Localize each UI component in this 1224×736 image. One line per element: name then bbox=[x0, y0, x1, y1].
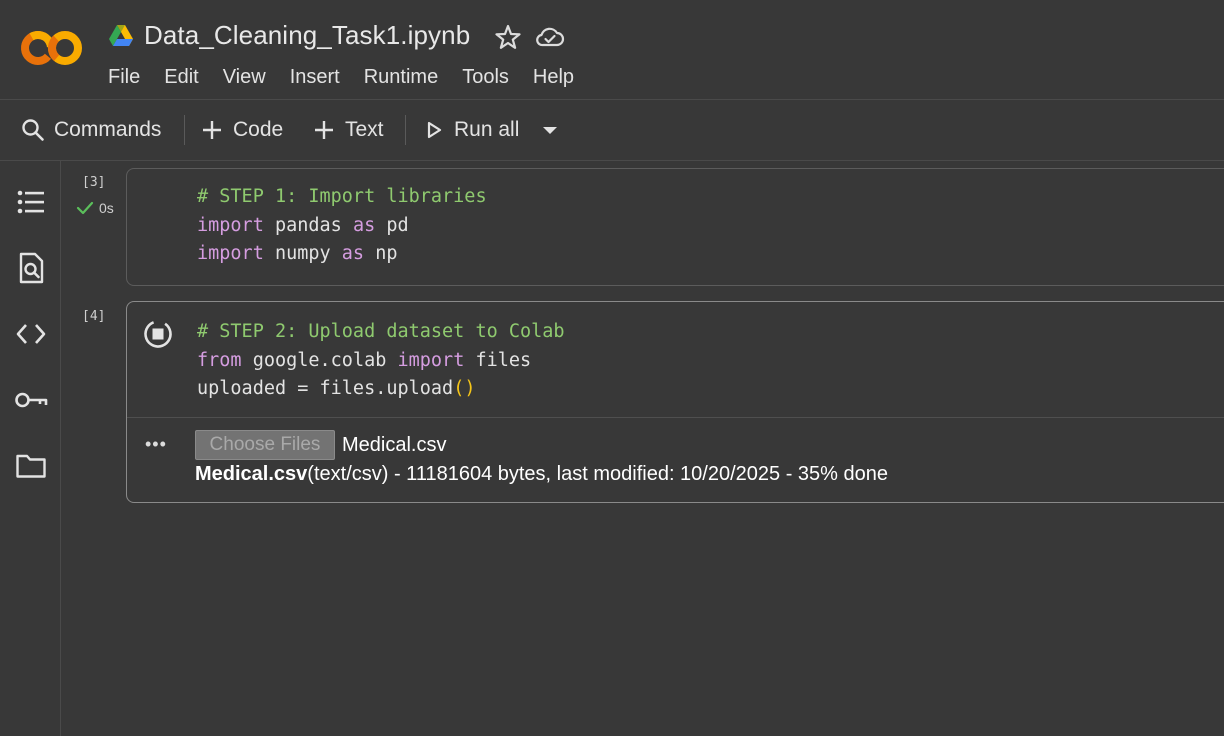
text-label: Text bbox=[345, 118, 384, 141]
code-line: from google.colab import files bbox=[197, 349, 532, 371]
cloud-sync-icon[interactable] bbox=[535, 24, 565, 50]
toolbar-separator bbox=[405, 115, 406, 145]
run-all-label: Run all bbox=[454, 118, 520, 141]
upload-progress-text: Medical.csv(text/csv) - 11181604 bytes, … bbox=[195, 463, 888, 486]
code-snippets-icon[interactable] bbox=[14, 317, 48, 351]
commands-label: Commands bbox=[54, 118, 162, 141]
menu-tools[interactable]: Tools bbox=[462, 66, 509, 89]
upload-file-name: Medical.csv bbox=[195, 463, 308, 485]
notebook-title[interactable]: Data_Cleaning_Task1.ipynb bbox=[144, 20, 470, 51]
execution-time: 0s bbox=[99, 200, 114, 216]
code-line: # STEP 2: Upload dataset to Colab bbox=[197, 321, 565, 342]
run-all-button[interactable]: Run all bbox=[424, 116, 519, 144]
chevron-down-icon bbox=[543, 127, 557, 134]
star-icon[interactable] bbox=[494, 23, 522, 51]
execution-count: [4] bbox=[82, 309, 106, 324]
menu-insert[interactable]: Insert bbox=[290, 66, 340, 89]
notebook-toolbar: Commands Code Text Run all bbox=[0, 100, 1224, 160]
plus-icon bbox=[203, 121, 221, 139]
code-line: import numpy as np bbox=[197, 243, 398, 264]
menu-edit[interactable]: Edit bbox=[164, 66, 198, 89]
menu-view[interactable]: View bbox=[223, 66, 266, 89]
stop-execution-icon[interactable] bbox=[143, 316, 177, 350]
menu-help[interactable]: Help bbox=[533, 66, 574, 89]
code-editor[interactable]: # STEP 1: Import libraries import pandas … bbox=[197, 183, 487, 269]
toolbar-separator bbox=[184, 115, 185, 145]
find-icon[interactable] bbox=[14, 251, 48, 285]
add-code-button[interactable]: Code bbox=[200, 116, 283, 144]
run-all-dropdown[interactable] bbox=[540, 116, 560, 144]
code-line: # STEP 1: Import libraries bbox=[197, 186, 487, 207]
menu-runtime[interactable]: Runtime bbox=[364, 66, 438, 89]
toolbar-divider bbox=[0, 160, 1224, 161]
code-cell[interactable]: # STEP 1: Import libraries import pandas … bbox=[126, 168, 1224, 286]
files-folder-icon[interactable] bbox=[14, 449, 48, 483]
menu-file[interactable]: File bbox=[108, 66, 140, 89]
selected-file-name: Medical.csv bbox=[342, 434, 447, 456]
google-drive-icon[interactable] bbox=[108, 24, 134, 48]
code-line: uploaded = files.upload() bbox=[197, 378, 476, 399]
execution-count: [3] bbox=[82, 175, 106, 190]
plus-icon bbox=[315, 121, 333, 139]
search-icon bbox=[22, 119, 44, 141]
add-text-button[interactable]: Text bbox=[312, 116, 384, 144]
commands-button[interactable]: Commands bbox=[20, 116, 161, 144]
code-cell[interactable]: # STEP 2: Upload dataset to Colab from go… bbox=[126, 301, 1224, 503]
secrets-key-icon[interactable] bbox=[14, 383, 48, 417]
code-label: Code bbox=[233, 118, 284, 141]
code-editor[interactable]: # STEP 2: Upload dataset to Colab from go… bbox=[197, 318, 565, 404]
table-of-contents-icon[interactable] bbox=[14, 185, 48, 219]
upload-progress-details: (text/csv) - 11181604 bytes, last modifi… bbox=[307, 463, 889, 485]
colab-logo[interactable] bbox=[20, 28, 84, 68]
code-line: import pandas as pd bbox=[197, 214, 409, 236]
choose-files-button[interactable]: Choose Files bbox=[195, 430, 335, 460]
menu-bar: File Edit View Insert Runtime Tools Help bbox=[108, 66, 598, 89]
left-sidebar bbox=[0, 161, 61, 736]
notebook-header: Data_Cleaning_Task1.ipynb File Edit View… bbox=[0, 0, 1224, 100]
check-icon bbox=[76, 201, 94, 215]
output-separator bbox=[127, 417, 1224, 418]
output-more-actions-button[interactable]: ••• bbox=[145, 434, 167, 455]
execution-status: 0s bbox=[76, 200, 114, 216]
play-icon bbox=[427, 121, 442, 139]
